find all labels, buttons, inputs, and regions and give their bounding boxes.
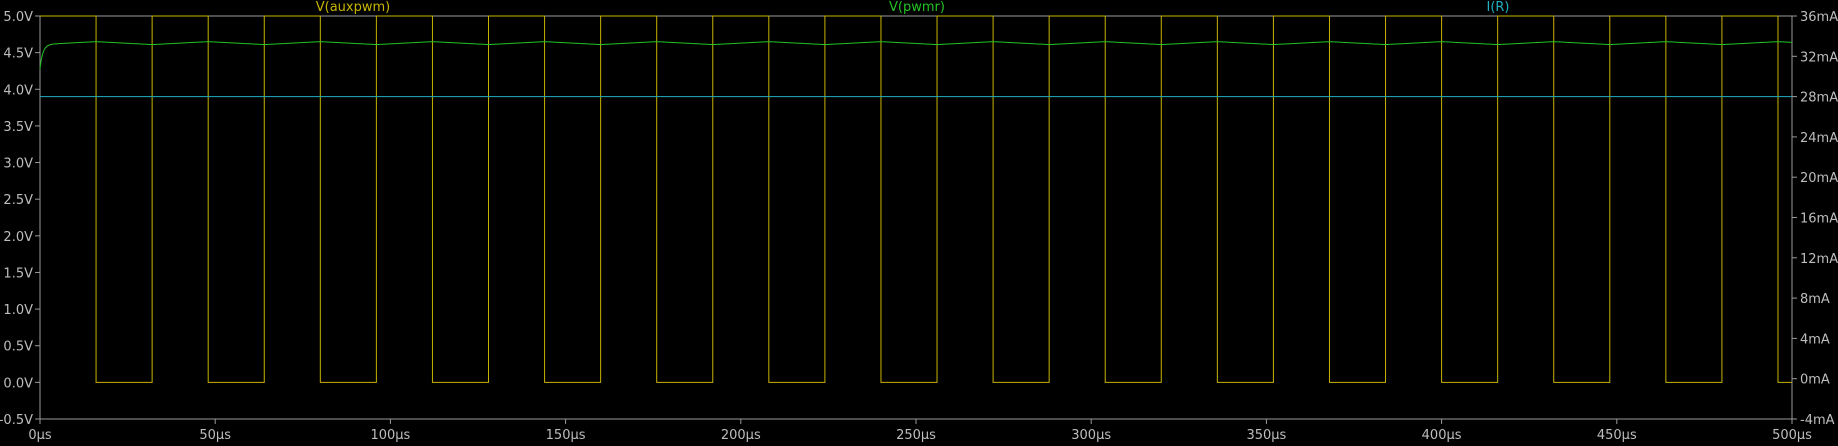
y-left-tick-label: 1.5V	[3, 266, 33, 281]
x-tick-label: 250µs	[896, 428, 936, 443]
series-auxpwm-line	[40, 15, 1792, 383]
x-tick-label: 50µs	[199, 428, 231, 443]
axis-layer: 5.0V 4.5V 4.0V 3.5V 3.0V 2.5V 2.0V 1.5V 1.0V 0.5V…	[0, 10, 1838, 443]
y-left-tick-label: 2.0V	[3, 230, 33, 245]
plot-frame	[39, 15, 1793, 420]
y-left-tick-label: 0.0V	[3, 376, 33, 391]
x-tick-label: 100µs	[370, 428, 410, 443]
legend-pwmr[interactable]: V(pwmr)	[889, 0, 945, 15]
x-tick-label: 450µs	[1597, 428, 1637, 443]
legend-layer: V(auxpwm) V(pwmr) I(R)	[316, 0, 1510, 15]
y-right-tick-label: 24mA	[1800, 131, 1838, 146]
waveform-plot: 5.0V 4.5V 4.0V 3.5V 3.0V 2.5V 2.0V 1.5V 1.0V 0.5V…	[0, 0, 1838, 443]
y-left-tick-label: 4.5V	[3, 47, 33, 62]
y-right-tick-label: 12mA	[1800, 252, 1838, 267]
series-layer	[39, 15, 1793, 383]
y-left-tick-label: 3.0V	[3, 157, 33, 172]
y-left-tick-label: 0.5V	[3, 340, 33, 355]
y-right-tick-label: 28mA	[1800, 91, 1838, 106]
x-tick-label: 300µs	[1071, 428, 1111, 443]
x-tick-label: 400µs	[1422, 428, 1462, 443]
x-tick-label: 200µs	[721, 428, 761, 443]
y-right-tick-label: 0mA	[1800, 373, 1830, 388]
x-tick-label: 500µs	[1772, 428, 1812, 443]
y-left-tick-label: 1.0V	[3, 303, 33, 318]
legend-ir[interactable]: I(R)	[1486, 0, 1509, 15]
x-tick-label: 0µs	[28, 428, 52, 443]
legend-auxpwm[interactable]: V(auxpwm)	[316, 0, 390, 15]
x-tick-label: 150µs	[546, 428, 586, 443]
y-right-tick-label: 36mA	[1800, 10, 1838, 25]
y-left-tick-label: 2.5V	[3, 193, 33, 208]
y-right-tick-label: 16mA	[1800, 212, 1838, 227]
y-left-tick-label: 5.0V	[3, 10, 33, 25]
y-right-tick-label: 20mA	[1800, 171, 1838, 186]
series-pwmr-line	[39, 41, 1793, 69]
y-left-tick-label: 4.0V	[3, 83, 33, 98]
x-tick-label: 350µs	[1246, 428, 1286, 443]
y-right-tick-label: 4mA	[1800, 332, 1830, 347]
y-right-tick-label: 8mA	[1800, 292, 1830, 307]
y-left-tick-label: 3.5V	[3, 120, 33, 135]
y-right-tick-label: -4mA	[1800, 413, 1835, 428]
y-left-tick-label: -0.5V	[0, 413, 33, 428]
y-right-tick-label: 32mA	[1800, 50, 1838, 65]
